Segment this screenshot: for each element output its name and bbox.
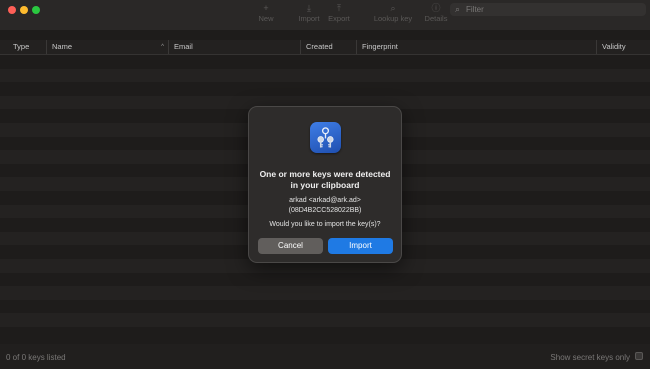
minimize-window-button[interactable] (20, 6, 28, 14)
table-row (0, 82, 650, 96)
search-icon: ⌕ (455, 4, 461, 14)
toolbar-export-button[interactable]: ⤒ Export (324, 3, 354, 23)
cancel-button[interactable]: Cancel (258, 238, 323, 254)
column-header-fingerprint[interactable]: Fingerprint (356, 40, 596, 54)
column-label: Name (52, 42, 73, 51)
window-toolbar: + New ⤓ Import ⤒ Export ⌕ Lookup key ⓘ D… (0, 0, 650, 30)
key-id: (08D4B2CC528022BB) (288, 206, 362, 214)
close-window-button[interactable] (8, 6, 16, 14)
toolbar-details-label: Details (424, 14, 448, 23)
table-header: Type Name ^ Email Created Fingerprint Va… (0, 40, 650, 55)
toolbar-details-button[interactable]: ⓘ Details (422, 3, 450, 23)
dialog-question: Would you like to import the key(s)? (269, 221, 381, 228)
column-header-email[interactable]: Email (168, 40, 300, 54)
keys-icon (317, 127, 334, 148)
table-row (0, 313, 650, 327)
lookup-icon: ⌕ (390, 3, 396, 13)
export-icon: ⤒ (337, 3, 341, 13)
column-header-name[interactable]: Name ^ (46, 40, 168, 54)
dialog-title-line-2: in your clipboard (290, 180, 360, 190)
table-row (0, 55, 650, 69)
detected-key-info: arkad <arkad@ark.ad> (08D4B2CC528022BB) (253, 196, 397, 215)
column-label: Created (306, 42, 333, 51)
column-label: Email (174, 42, 193, 51)
column-label: Fingerprint (362, 42, 398, 51)
maximize-window-button[interactable] (32, 6, 40, 14)
toolbar-lookup-button[interactable]: ⌕ Lookup key (370, 3, 416, 23)
keys-listed-count: 0 of 0 keys listed (6, 353, 66, 362)
dialog-title: One or more keys were detected in your c… (253, 169, 397, 191)
sort-ascending-icon: ^ (161, 44, 164, 50)
table-row (0, 299, 650, 314)
table-row (0, 326, 650, 341)
import-icon: ⤓ (307, 3, 311, 13)
info-icon: ⓘ (431, 3, 441, 13)
toolbar-new-button[interactable]: + New (252, 3, 280, 23)
toolbar-import-button[interactable]: ⤓ Import (294, 3, 324, 23)
plus-icon: + (263, 3, 269, 13)
column-header-created[interactable]: Created (300, 40, 356, 54)
toolbar-export-label: Export (328, 14, 350, 23)
status-bar: 0 of 0 keys listed Show secret keys only (0, 344, 650, 369)
show-secret-keys-checkbox[interactable] (635, 352, 643, 360)
gpg-keychain-app-icon (310, 122, 341, 153)
column-header-validity[interactable]: Validity (596, 40, 642, 54)
toolbar-new-label: New (258, 14, 274, 23)
search-field[interactable]: ⌕ (450, 3, 646, 16)
toolbar-lookup-label: Lookup key (373, 14, 413, 23)
show-secret-keys-label: Show secret keys only (550, 353, 630, 362)
dialog-title-line-1: One or more keys were detected (259, 169, 391, 179)
import-button[interactable]: Import (328, 238, 393, 254)
table-row (0, 272, 650, 287)
table-row (0, 68, 650, 83)
import-keys-dialog: One or more keys were detected in your c… (248, 106, 402, 263)
column-label: Type (13, 42, 30, 51)
search-input[interactable] (466, 3, 636, 16)
key-user-id: arkad <arkad@ark.ad> (289, 197, 361, 204)
table-row (0, 286, 650, 300)
column-header-type[interactable]: Type (8, 40, 46, 54)
toolbar-import-label: Import (298, 14, 320, 23)
column-label: Validity (602, 42, 626, 51)
